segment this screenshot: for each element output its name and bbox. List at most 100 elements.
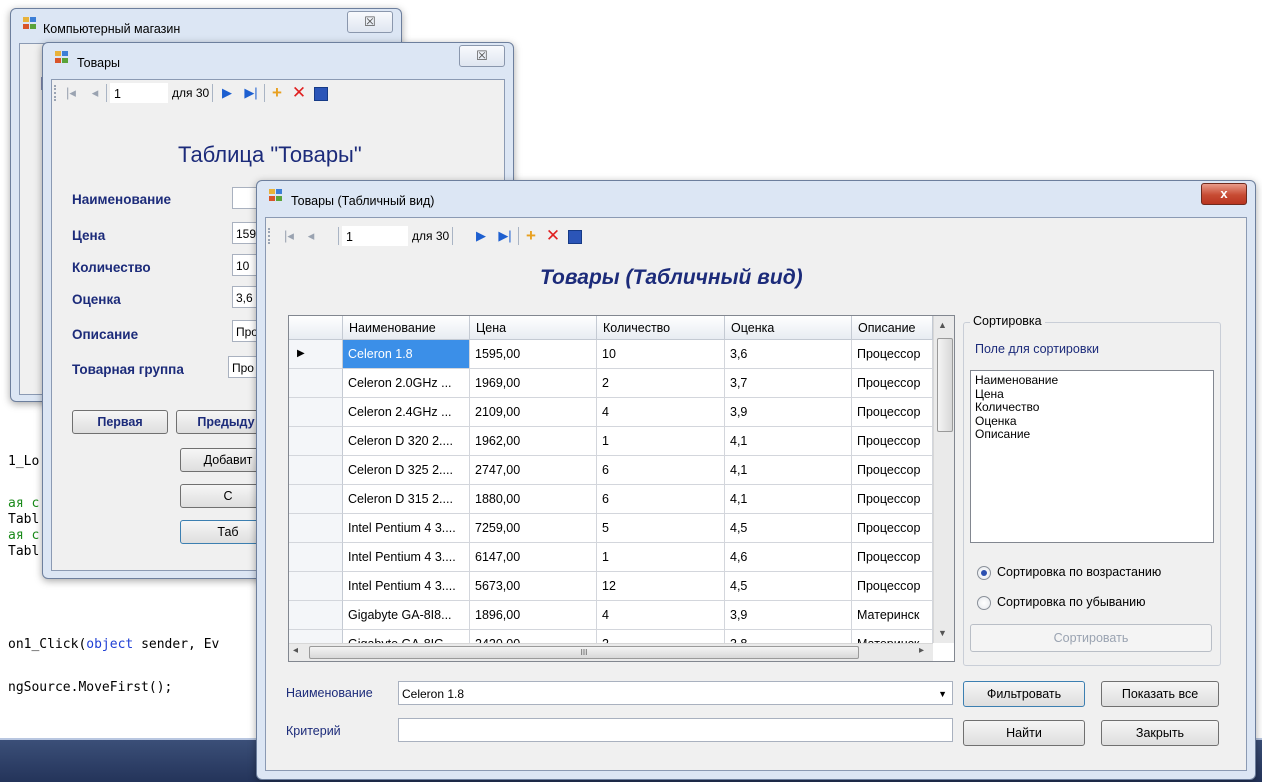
sort-asc-radio[interactable] xyxy=(977,566,991,580)
row-header[interactable] xyxy=(289,398,343,427)
column-header[interactable]: Наименование xyxy=(343,316,470,340)
toolbar-grip[interactable] xyxy=(268,228,272,244)
table-cell[interactable]: Intel Pentium 4 3.... xyxy=(343,543,470,572)
table-cell[interactable]: 4,5 xyxy=(725,514,852,543)
table-row[interactable]: Celeron D 325 2.... 2747,00 6 4,1 Процессор xyxy=(289,456,933,485)
table-cell[interactable]: Процессор xyxy=(852,398,933,427)
save-icon[interactable] xyxy=(566,227,584,245)
table-row[interactable]: Celeron 2.4GHz ... 2109,00 4 3,9 Процессор xyxy=(289,398,933,427)
table-cell[interactable]: 1 xyxy=(597,543,725,572)
table-cell[interactable]: Процессор xyxy=(852,369,933,398)
table-cell[interactable]: 1880,00 xyxy=(470,485,597,514)
scroll-thumb[interactable] xyxy=(937,338,953,432)
next-icon[interactable]: ▶ xyxy=(218,84,236,102)
table-cell[interactable]: 2109,00 xyxy=(470,398,597,427)
close-button[interactable]: ☒ xyxy=(347,11,393,33)
row-header[interactable] xyxy=(289,369,343,398)
table-cell[interactable]: 1896,00 xyxy=(470,601,597,630)
sort-list-item[interactable]: Оценка xyxy=(975,414,1209,429)
find-button[interactable]: Найти xyxy=(963,720,1085,746)
table-row[interactable]: ▶ Celeron 1.8 1595,00 10 3,6 Процессор xyxy=(289,340,933,369)
table-cell[interactable]: Celeron D 320 2.... xyxy=(343,427,470,456)
table-cell[interactable]: Celeron 2.0GHz ... xyxy=(343,369,470,398)
table-cell[interactable]: Процессор xyxy=(852,456,933,485)
horizontal-scrollbar[interactable]: ◂ III ▸ xyxy=(289,643,933,661)
last-icon[interactable]: ▶| xyxy=(242,84,260,102)
filter-button[interactable]: Фильтровать xyxy=(963,681,1085,707)
prev-icon[interactable]: ◂ xyxy=(302,227,320,245)
column-header[interactable]: Цена xyxy=(470,316,597,340)
table-cell[interactable]: 4,1 xyxy=(725,485,852,514)
table-cell[interactable]: Процессор xyxy=(852,427,933,456)
table-cell[interactable]: 6147,00 xyxy=(470,543,597,572)
table-cell[interactable]: 6 xyxy=(597,456,725,485)
row-header[interactable] xyxy=(289,427,343,456)
sort-field-list[interactable]: Наименование Цена Количество Оценка Описание xyxy=(970,370,1214,543)
table-cell[interactable]: Процессор xyxy=(852,514,933,543)
scroll-down-icon[interactable]: ▼ xyxy=(938,628,947,638)
row-header[interactable] xyxy=(289,514,343,543)
sort-button[interactable]: Сортировать xyxy=(970,624,1212,652)
table-cell[interactable]: Процессор xyxy=(852,485,933,514)
sort-desc-label[interactable]: Сортировка по убыванию xyxy=(997,595,1146,609)
table-row[interactable]: Gigabyte GA-8I8... 1896,00 4 3,9 Материнск xyxy=(289,601,933,630)
table-cell[interactable]: 10 xyxy=(597,340,725,369)
next-icon[interactable]: ▶ xyxy=(472,227,490,245)
table-cell[interactable]: Intel Pentium 4 3.... xyxy=(343,572,470,601)
column-header[interactable]: Количество xyxy=(597,316,725,340)
table-row[interactable]: Intel Pentium 4 3.... 5673,00 12 4,5 Процесс… xyxy=(289,572,933,601)
table-cell[interactable]: Celeron 1.8 xyxy=(343,340,470,369)
column-header[interactable]: Оценка xyxy=(725,316,852,340)
table-cell[interactable]: Процессор xyxy=(852,543,933,572)
table-row[interactable]: Intel Pentium 4 3.... 7259,00 5 4,5 Процессо… xyxy=(289,514,933,543)
table-cell[interactable]: Процессор xyxy=(852,572,933,601)
prev-icon[interactable]: ◂ xyxy=(86,84,104,102)
row-header[interactable] xyxy=(289,543,343,572)
scroll-thumb[interactable]: III xyxy=(309,646,859,659)
table-cell[interactable]: Celeron D 325 2.... xyxy=(343,456,470,485)
table-cell[interactable]: 5673,00 xyxy=(470,572,597,601)
table-cell[interactable]: 12 xyxy=(597,572,725,601)
table-cell[interactable]: 1 xyxy=(597,427,725,456)
scroll-left-icon[interactable]: ◂ xyxy=(293,645,298,656)
table-cell[interactable]: 2 xyxy=(597,369,725,398)
table-cell[interactable]: 4,1 xyxy=(725,427,852,456)
goods-grid[interactable]: Наименование Цена Количество Оценка Опис… xyxy=(288,315,955,662)
position-input[interactable]: 1 xyxy=(342,226,408,246)
table-row[interactable]: Celeron D 315 2.... 1880,00 6 4,1 Процессор xyxy=(289,485,933,514)
close-button[interactable]: x xyxy=(1201,183,1247,205)
row-header[interactable]: ▶ xyxy=(289,340,343,369)
table-cell[interactable]: 1595,00 xyxy=(470,340,597,369)
row-header[interactable] xyxy=(289,601,343,630)
table-cell[interactable]: 4,1 xyxy=(725,456,852,485)
table-cell[interactable]: 1969,00 xyxy=(470,369,597,398)
dropdown-icon[interactable]: ▼ xyxy=(938,682,947,704)
sort-asc-label[interactable]: Сортировка по возрастанию xyxy=(997,565,1161,579)
scroll-up-icon[interactable]: ▲ xyxy=(938,320,947,330)
table-cell[interactable]: 1962,00 xyxy=(470,427,597,456)
table-cell[interactable]: 3,9 xyxy=(725,601,852,630)
table-cell[interactable]: 3,7 xyxy=(725,369,852,398)
table-row[interactable]: Celeron 2.0GHz ... 1969,00 2 3,7 Процессор xyxy=(289,369,933,398)
table-cell[interactable]: 4 xyxy=(597,398,725,427)
table-cell[interactable]: Процессор xyxy=(852,340,933,369)
first-icon[interactable]: |◂ xyxy=(62,84,80,102)
table-cell[interactable]: 3,6 xyxy=(725,340,852,369)
sort-list-item[interactable]: Описание xyxy=(975,427,1209,442)
toolbar-grip[interactable] xyxy=(54,85,58,101)
table-cell[interactable]: 5 xyxy=(597,514,725,543)
table-row[interactable]: Celeron D 320 2.... 1962,00 1 4,1 Процессор xyxy=(289,427,933,456)
sort-list-item[interactable]: Наименование xyxy=(975,373,1209,388)
row-header[interactable] xyxy=(289,456,343,485)
first-button[interactable]: Первая xyxy=(72,410,168,434)
position-input[interactable]: 1 xyxy=(110,83,168,103)
table-cell[interactable]: 3,9 xyxy=(725,398,852,427)
table-cell[interactable]: 7259,00 xyxy=(470,514,597,543)
add-icon[interactable]: + xyxy=(268,84,286,102)
column-header[interactable]: Описание xyxy=(852,316,933,340)
save-icon[interactable] xyxy=(312,84,330,102)
first-icon[interactable]: |◂ xyxy=(280,227,298,245)
sort-desc-radio[interactable] xyxy=(977,596,991,610)
table-cell[interactable]: 4 xyxy=(597,601,725,630)
table-cell[interactable]: Gigabyte GA-8I8... xyxy=(343,601,470,630)
